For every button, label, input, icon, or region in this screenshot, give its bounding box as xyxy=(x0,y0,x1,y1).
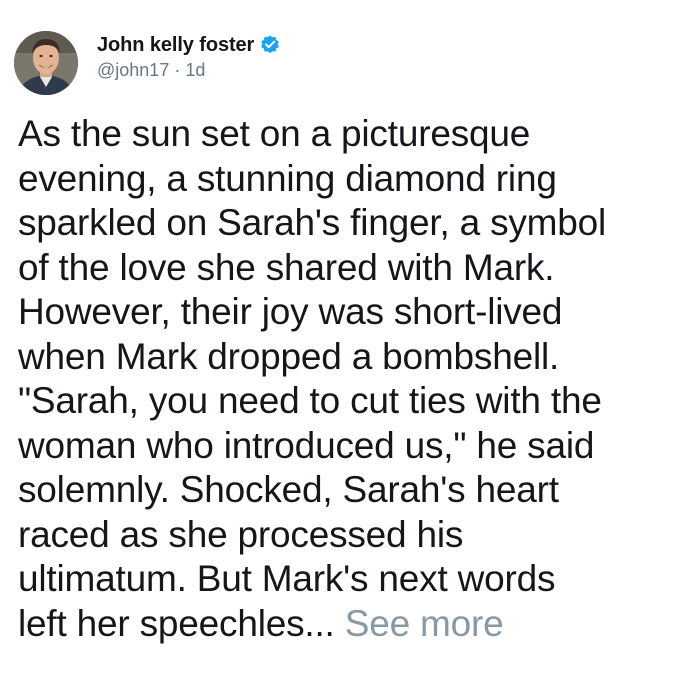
body-line: raced as she processed his xyxy=(18,513,464,555)
see-more-link[interactable]: See more xyxy=(345,603,504,644)
tweet-card: John kelly foster @john17 · 1d As the su… xyxy=(0,0,700,700)
verified-badge-icon xyxy=(259,34,281,56)
body-line: As the sun set on a picturesque xyxy=(18,113,531,154)
tweet-body: As the sun set on a picturesque evening,… xyxy=(18,112,698,646)
body-line: woman who introduced us," he said xyxy=(18,424,595,466)
body-line: sparkled on Sarah's finger, a symbol xyxy=(18,202,607,243)
author-display-name[interactable]: John kelly foster xyxy=(97,34,254,57)
body-line: left her speechles... xyxy=(18,602,345,644)
body-line: when Mark dropped a bombshell. xyxy=(18,335,560,377)
author-handle[interactable]: @john17 xyxy=(97,60,169,80)
tweet-timestamp[interactable]: 1d xyxy=(185,60,205,80)
body-line: ultimatum. But Mark's next words xyxy=(18,558,556,599)
profile-photo-icon xyxy=(14,31,78,95)
body-line: However, their joy was short-lived xyxy=(18,291,563,332)
meta-separator: · xyxy=(169,60,186,80)
body-line: solemnly. Shocked, Sarah's heart xyxy=(18,469,559,510)
author-avatar[interactable] xyxy=(14,31,78,95)
author-name-row: John kelly foster xyxy=(97,31,281,59)
body-line: of the love she shared with Mark. xyxy=(18,246,555,288)
author-meta: @john17 · 1d xyxy=(97,60,205,81)
body-line: evening, a stunning diamond ring xyxy=(18,157,557,199)
body-line: "Sarah, you need to cut ties with the xyxy=(18,380,602,421)
